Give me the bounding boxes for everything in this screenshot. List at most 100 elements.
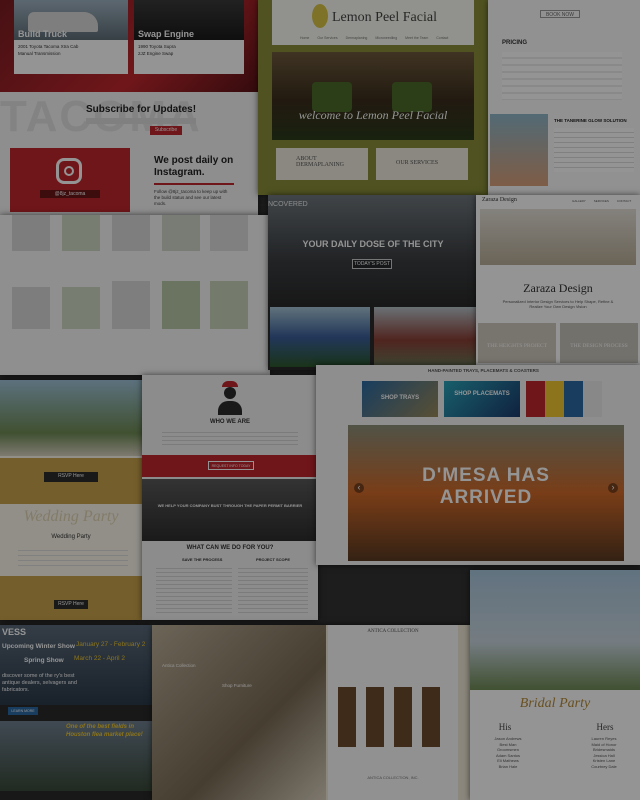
bridal-script: Bridal Party bbox=[519, 696, 591, 711]
about-card[interactable]: ABOUT DERMAPLANING bbox=[276, 148, 368, 180]
hero-headline-1: D'MESA HAS bbox=[422, 465, 550, 486]
winter-dates: January 27 - February 2 bbox=[76, 641, 146, 648]
furniture-grid bbox=[338, 687, 448, 747]
zaraza-title: Zaraza Design bbox=[523, 281, 593, 295]
antique-collection-tile[interactable]: Antica Collection Shop Furniture ANTICA … bbox=[152, 625, 472, 800]
antique-market-tile[interactable]: VESS Upcoming Winter Show January 27 - F… bbox=[0, 625, 152, 800]
avatar-icon bbox=[218, 381, 242, 415]
book-button[interactable]: BOOK NOW bbox=[540, 10, 580, 18]
price-table bbox=[502, 52, 622, 100]
hero-caption: welcome to Lemon Peel Facial bbox=[298, 108, 448, 122]
city-blog-tile[interactable]: NCOVERED YOUR DAILY DOSE OF THE CITY TOD… bbox=[268, 195, 478, 370]
chevron-right-icon[interactable]: › bbox=[608, 483, 618, 493]
nav-services[interactable]: SERVICES bbox=[594, 199, 609, 203]
card-label: SHOP TRAYS bbox=[380, 395, 420, 401]
learn-more-button[interactable]: LEARN MORE bbox=[8, 707, 38, 715]
pricing-tile[interactable]: BOOK NOW PRICING THE TANERINE GLOW SOLUT… bbox=[488, 0, 640, 195]
nav-contact[interactable]: CONTACT bbox=[617, 199, 631, 203]
hers-list: Lauren Reyes Maid of Honor Bridesmaids J… bbox=[572, 736, 636, 769]
product-card[interactable] bbox=[210, 281, 248, 329]
solution-heading: THE TANERINE GLOW SOLUTION bbox=[554, 118, 627, 123]
gold-band-bottom: RSVP Here bbox=[0, 576, 142, 620]
spring-dates: March 22 - April 2 bbox=[74, 655, 125, 662]
product-card[interactable] bbox=[112, 281, 150, 329]
wedding-tile[interactable]: RSVP Here Wedding Party Wedding Party RS… bbox=[0, 380, 142, 620]
product-card[interactable] bbox=[112, 215, 150, 251]
top-nav: GALLERY SERVICES CONTACT bbox=[572, 199, 631, 203]
product-card[interactable] bbox=[62, 287, 100, 329]
product-card[interactable] bbox=[12, 287, 50, 329]
shop-trays-card[interactable]: SHOP TRAYS bbox=[362, 381, 438, 417]
section-heading: WHAT CAN WE DO FOR YOU? bbox=[186, 545, 274, 551]
truck-card-2[interactable]: Swap Engine 1990 Toyota Supra 2JZ Engine… bbox=[134, 0, 244, 74]
design-process-card[interactable]: THE DESIGN PROCESS bbox=[560, 323, 638, 363]
caption-2: Shop Furniture bbox=[222, 683, 252, 688]
lemon-peel-tile[interactable]: Lemon Peel Facial Home Our Services Derm… bbox=[258, 0, 488, 195]
services-card[interactable]: OUR SERVICES bbox=[376, 148, 468, 180]
bridal-party-tile[interactable]: Bridal Party His Hers Jason Andrews Best… bbox=[470, 570, 640, 800]
nav-services[interactable]: Our Services bbox=[317, 36, 337, 40]
his-heading: His bbox=[498, 722, 512, 732]
product-card[interactable] bbox=[162, 281, 200, 329]
dmesa-tile[interactable]: HAND-PAINTED TRAYS, PLACEMATS & COASTERS… bbox=[316, 365, 640, 565]
zaraza-logo: Zaraza Design bbox=[482, 197, 517, 203]
instagram-panel[interactable]: @8jz_tacoma bbox=[10, 148, 130, 212]
venue-photo bbox=[0, 380, 142, 456]
plant-shop-tile[interactable] bbox=[0, 215, 270, 375]
caption-1: Antica Collection bbox=[162, 663, 196, 668]
card-label: ABOUT DERMAPLANING bbox=[296, 156, 344, 168]
subscribe-heading: Subscribe for Updates! bbox=[86, 104, 197, 115]
nav-gallery[interactable]: GALLERY bbox=[572, 199, 586, 203]
who-we-are-tile[interactable]: WHO WE ARE REQUEST INFO TODAY WE HELP YO… bbox=[142, 375, 318, 620]
site-title: Lemon Peel Facial bbox=[332, 10, 437, 25]
nav-microneedling[interactable]: Microneedling bbox=[375, 36, 397, 40]
list-item: Brian Hale bbox=[498, 763, 518, 769]
product-card[interactable] bbox=[210, 215, 248, 251]
nav-home[interactable]: Home bbox=[300, 36, 309, 40]
skyline-couple-photo bbox=[470, 570, 640, 690]
shop-placemats-card[interactable]: SHOP PLACEMATS bbox=[444, 381, 520, 417]
zaraza-tile[interactable]: Zaraza Design GALLERY SERVICES CONTACT Z… bbox=[476, 195, 640, 365]
heights-project-card[interactable]: THE HEIGHTS PROJECT bbox=[478, 323, 556, 363]
product-card[interactable] bbox=[162, 215, 200, 251]
hers-heading: Hers bbox=[596, 722, 614, 732]
card-sub: Manual Transmission bbox=[18, 51, 61, 56]
request-info-button[interactable]: REQUEST INFO TODAY bbox=[208, 461, 254, 470]
zaraza-tagline: Personalized Interior Design Services to… bbox=[502, 299, 614, 309]
nav-dermaplaning[interactable]: Dermaplaning bbox=[346, 36, 368, 40]
solution-text bbox=[554, 128, 634, 172]
instagram-icon bbox=[56, 158, 82, 184]
red-band: REQUEST INFO TODAY bbox=[142, 455, 318, 477]
hero-headline: YOUR DAILY DOSE OF THE CITY bbox=[302, 239, 444, 249]
party-list bbox=[18, 546, 128, 570]
party-heading: Wedding Party bbox=[51, 534, 91, 540]
chevron-left-icon[interactable]: ‹ bbox=[354, 483, 364, 493]
nav-contact[interactable]: Contact bbox=[436, 36, 448, 40]
nav-team[interactable]: Meet the Team bbox=[405, 36, 428, 40]
winter-show: Upcoming Winter Show bbox=[2, 643, 75, 650]
topline: HAND-PAINTED TRAYS, PLACEMATS & COASTERS bbox=[428, 368, 539, 373]
pricing-heading: PRICING bbox=[502, 40, 528, 46]
ladder-photo bbox=[142, 479, 318, 541]
col-right-text bbox=[238, 565, 308, 615]
lemon-header: Lemon Peel Facial Home Our Services Derm… bbox=[272, 0, 474, 45]
main-nav: Home Our Services Dermaplaning Microneed… bbox=[300, 36, 448, 40]
rsvp-button[interactable]: RSVP Here bbox=[44, 472, 98, 482]
party-script: Wedding Party bbox=[23, 508, 119, 525]
card-label: OUR SERVICES bbox=[396, 160, 439, 166]
subscribe-input[interactable] bbox=[86, 118, 196, 124]
rsvp-bottom-button[interactable]: RSVP Here bbox=[54, 600, 88, 609]
instagram-handle: @8jz_tacoma bbox=[40, 190, 100, 198]
product-card[interactable] bbox=[62, 215, 100, 251]
truck-site-tile[interactable]: Build Truck 2001 Toyota Tacoma Xtra Cab … bbox=[0, 0, 258, 215]
product-card[interactable] bbox=[12, 215, 50, 251]
truck-card-1[interactable]: Build Truck 2001 Toyota Tacoma Xtra Cab … bbox=[14, 0, 128, 74]
shop-coasters-card[interactable] bbox=[526, 381, 602, 417]
hero-room-photo bbox=[272, 52, 474, 140]
card-sub: 2001 Toyota Tacoma Xtra Cab bbox=[18, 44, 79, 49]
subscribe-button[interactable]: Subscribe bbox=[150, 126, 182, 135]
card-sub: 2JZ Engine Swap bbox=[138, 51, 174, 56]
brand-logo: VESS bbox=[2, 627, 27, 637]
product-grid bbox=[12, 215, 252, 375]
todays-post-button[interactable]: TODAY'S POST bbox=[352, 259, 392, 269]
